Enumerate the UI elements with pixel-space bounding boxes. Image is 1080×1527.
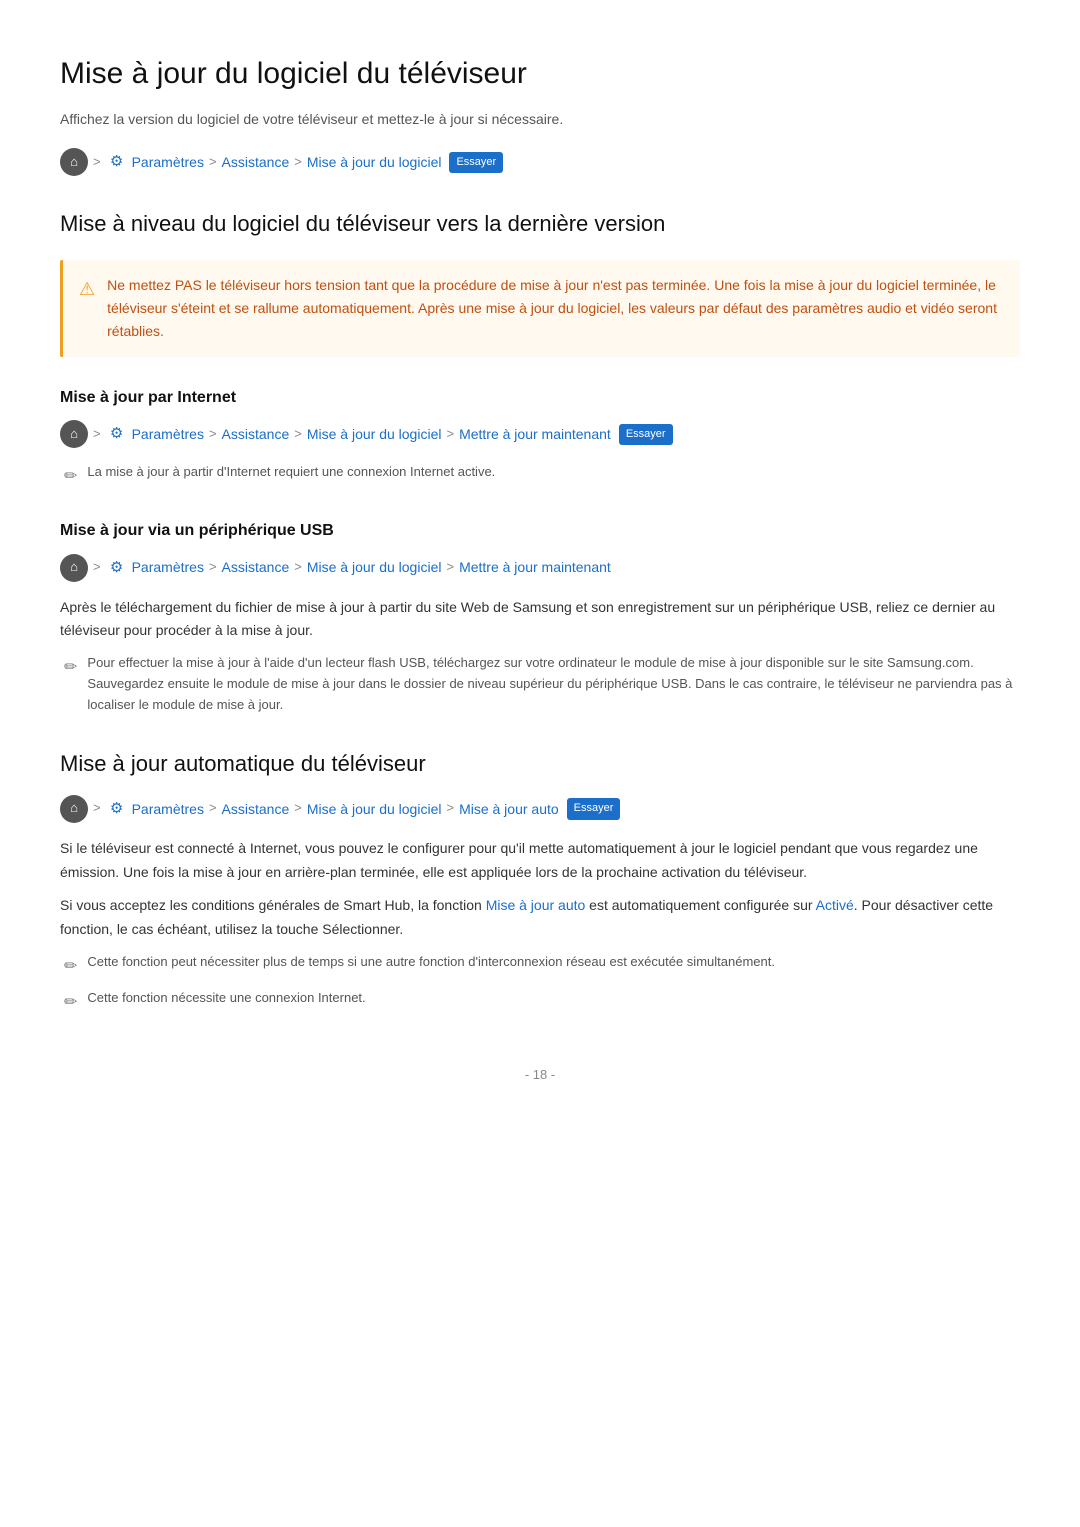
breadcrumb-1: ⌂ > ⚙ Paramètres > Assistance > Mise à j…	[60, 148, 1020, 176]
home-icon-4: ⌂	[60, 795, 88, 823]
separator-3c: >	[294, 557, 302, 578]
warning-text: Ne mettez PAS le téléviseur hors tension…	[107, 274, 1004, 343]
separator-1a: >	[93, 152, 101, 173]
gear-icon-4: ⚙	[106, 798, 128, 820]
note-usb-text: Pour effectuer la mise à jour à l'aide d…	[87, 653, 1020, 715]
breadcrumb-logiciel-2[interactable]: Mise à jour du logiciel	[307, 423, 442, 445]
try-badge-4[interactable]: Essayer	[567, 798, 621, 820]
warning-icon: ⚠	[79, 275, 95, 343]
page-title: Mise à jour du logiciel du téléviseur	[60, 50, 1020, 98]
pencil-icon-1: ✏	[64, 464, 77, 490]
section1-heading: Mise à niveau du logiciel du téléviseur …	[60, 206, 1020, 241]
separator-4a: >	[93, 798, 101, 819]
breadcrumb-assistance-3[interactable]: Assistance	[222, 556, 290, 578]
separator-4c: >	[294, 798, 302, 819]
home-icon-3: ⌂	[60, 554, 88, 582]
page-footer: - 18 -	[60, 1065, 1020, 1086]
gear-icon-3: ⚙	[106, 557, 128, 579]
section4-body2-part2: est automatiquement configurée sur	[585, 897, 815, 913]
separator-2c: >	[294, 424, 302, 445]
note-auto-1-text: Cette fonction peut nécessiter plus de t…	[87, 952, 775, 973]
home-icon-2: ⌂	[60, 420, 88, 448]
breadcrumb-paramètres-1[interactable]: Paramètres	[132, 151, 204, 173]
gear-icon-1: ⚙	[106, 151, 128, 173]
home-icon-1: ⌂	[60, 148, 88, 176]
separator-1b: >	[209, 152, 217, 173]
breadcrumb-3: ⌂ > ⚙ Paramètres > Assistance > Mise à j…	[60, 554, 1020, 582]
breadcrumb-paramètres-4[interactable]: Paramètres	[132, 798, 204, 820]
note-internet-text: La mise à jour à partir d'Internet requi…	[87, 462, 495, 483]
note-usb: ✏ Pour effectuer la mise à jour à l'aide…	[60, 653, 1020, 715]
separator-1c: >	[294, 152, 302, 173]
note-auto-1: ✏ Cette fonction peut nécessiter plus de…	[60, 952, 1020, 980]
breadcrumb-assistance-2[interactable]: Assistance	[222, 423, 290, 445]
separator-3d: >	[446, 557, 454, 578]
try-badge-1[interactable]: Essayer	[449, 152, 503, 174]
breadcrumb-assistance-1[interactable]: Assistance	[222, 151, 290, 173]
section3-body1: Après le téléchargement du fichier de mi…	[60, 596, 1020, 644]
breadcrumb-paramètres-3[interactable]: Paramètres	[132, 556, 204, 578]
section4-body1: Si le téléviseur est connecté à Internet…	[60, 837, 1020, 885]
breadcrumb-auto-4[interactable]: Mise à jour auto	[459, 798, 559, 820]
activé-link[interactable]: Activé	[816, 897, 854, 913]
warning-box: ⚠ Ne mettez PAS le téléviseur hors tensi…	[60, 260, 1020, 357]
section3-heading: Mise à jour via un périphérique USB	[60, 518, 1020, 544]
section4-body2-part1: Si vous acceptez les conditions générale…	[60, 897, 486, 913]
separator-4d: >	[446, 798, 454, 819]
gear-icon-2: ⚙	[106, 423, 128, 445]
breadcrumb-maintenant-3[interactable]: Mettre à jour maintenant	[459, 556, 611, 578]
section4-heading: Mise à jour automatique du téléviseur	[60, 746, 1020, 781]
separator-2d: >	[446, 424, 454, 445]
separator-2b: >	[209, 424, 217, 445]
breadcrumb-2: ⌂ > ⚙ Paramètres > Assistance > Mise à j…	[60, 420, 1020, 448]
page-subtitle: Affichez la version du logiciel de votre…	[60, 108, 1020, 130]
note-internet: ✏ La mise à jour à partir d'Internet req…	[60, 462, 1020, 490]
note-auto-2-text: Cette fonction nécessite une connexion I…	[87, 988, 365, 1009]
breadcrumb-paramètres-2[interactable]: Paramètres	[132, 423, 204, 445]
breadcrumb-logiciel-4[interactable]: Mise à jour du logiciel	[307, 798, 442, 820]
mise-a-jour-auto-link[interactable]: Mise à jour auto	[486, 897, 586, 913]
pencil-icon-4: ✏	[64, 990, 77, 1016]
separator-3b: >	[209, 557, 217, 578]
separator-4b: >	[209, 798, 217, 819]
section2-heading: Mise à jour par Internet	[60, 385, 1020, 411]
breadcrumb-logiciel-1[interactable]: Mise à jour du logiciel	[307, 151, 442, 173]
separator-3a: >	[93, 557, 101, 578]
breadcrumb-4: ⌂ > ⚙ Paramètres > Assistance > Mise à j…	[60, 795, 1020, 823]
breadcrumb-maintenant-2[interactable]: Mettre à jour maintenant	[459, 423, 611, 445]
separator-2a: >	[93, 424, 101, 445]
pencil-icon-2: ✏	[64, 655, 77, 681]
breadcrumb-assistance-4[interactable]: Assistance	[222, 798, 290, 820]
pencil-icon-3: ✏	[64, 954, 77, 980]
try-badge-2[interactable]: Essayer	[619, 424, 673, 446]
note-auto-2: ✏ Cette fonction nécessite une connexion…	[60, 988, 1020, 1016]
breadcrumb-logiciel-3[interactable]: Mise à jour du logiciel	[307, 556, 442, 578]
section4-body2: Si vous acceptez les conditions générale…	[60, 894, 1020, 942]
